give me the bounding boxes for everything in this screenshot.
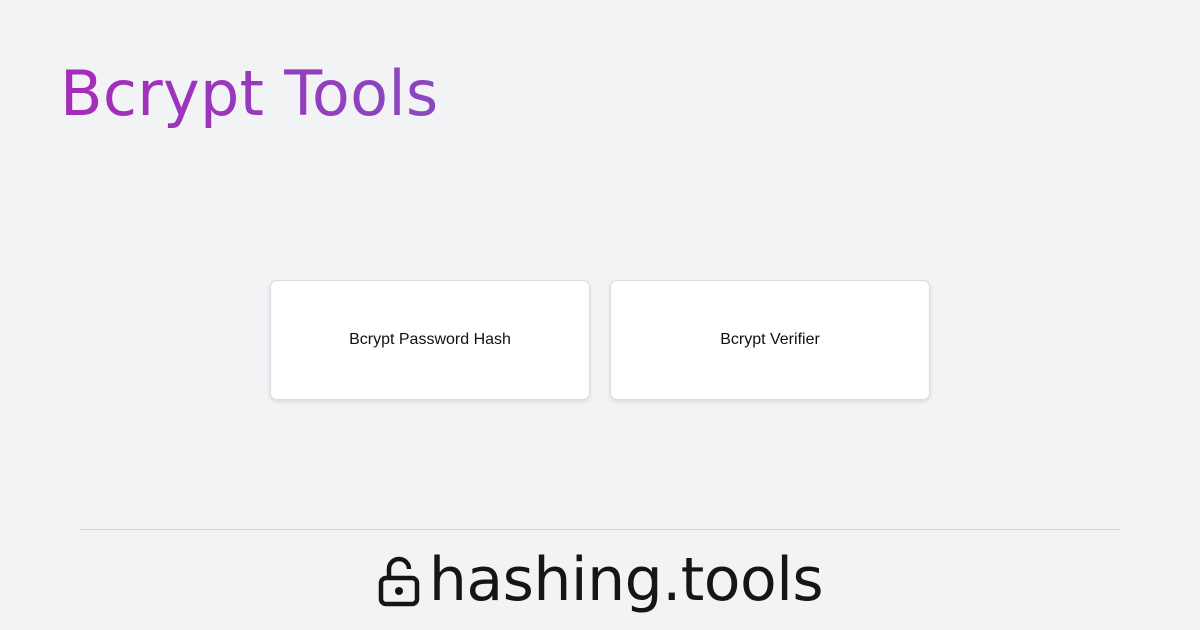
- page-title: Bcrypt Tools: [60, 57, 439, 130]
- brand-logo: hashing.tools: [0, 542, 1200, 618]
- unlocked-padlock-icon: [377, 553, 421, 607]
- card-label: Bcrypt Verifier: [720, 331, 820, 348]
- bcrypt-password-hash-card[interactable]: Bcrypt Password Hash: [270, 280, 590, 400]
- brand-name: hashing.tools: [428, 545, 824, 615]
- footer-divider: [80, 529, 1120, 530]
- bcrypt-verifier-card[interactable]: Bcrypt Verifier: [610, 280, 930, 400]
- tool-cards: Bcrypt Password Hash Bcrypt Verifier: [270, 280, 930, 400]
- card-label: Bcrypt Password Hash: [349, 331, 511, 348]
